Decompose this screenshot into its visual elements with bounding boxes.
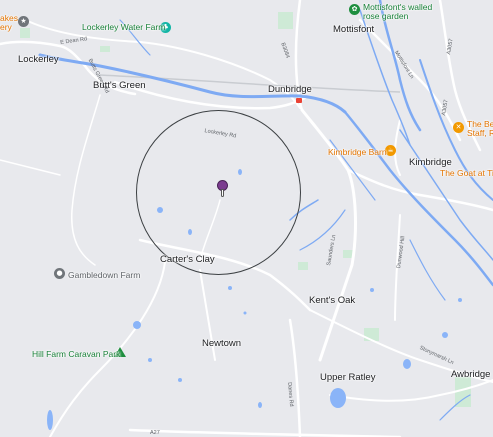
place-label-awbridge[interactable]: Awbridge [451, 369, 490, 380]
poi-label-kimbridge-barn[interactable]: Kimbridge Barn [328, 147, 387, 157]
poi-label-gambledown-farm[interactable]: Gambledown Farm [68, 270, 140, 280]
train-icon[interactable] [296, 98, 302, 103]
garden-icon[interactable]: ✿ [349, 4, 360, 15]
poi-label-goat-at-tin[interactable]: The Goat at Tin [440, 168, 493, 178]
poi-label-mottisfont-walled-2[interactable]: rose garden [363, 11, 408, 21]
place-label-dunbridge[interactable]: Dunbridge [268, 84, 312, 95]
place-label-lockerley[interactable]: Lockerley [18, 54, 59, 65]
place-label-mottisfont[interactable]: Mottisfont [333, 24, 374, 35]
restaurant-icon[interactable]: ✕ [453, 122, 464, 133]
place-label-kimbridge[interactable]: Kimbridge [409, 157, 452, 168]
place-label-upper-ratley[interactable]: Upper Ratley [320, 372, 375, 383]
map-canvas[interactable]: Lockerley Butt's Green Dunbridge Mottisf… [0, 0, 493, 437]
place-label-carters-clay[interactable]: Carter's Clay [160, 254, 215, 265]
place-label-newtown[interactable]: Newtown [202, 338, 241, 349]
road-label-a27: A27 [150, 430, 160, 436]
place-label-kents-oak[interactable]: Kent's Oak [309, 295, 355, 306]
poi-label-the-bea-2[interactable]: Staff, R [467, 128, 493, 138]
pin-icon[interactable]: ● [54, 268, 65, 279]
poi-label-hill-farm[interactable]: Hill Farm Caravan Park [32, 349, 120, 359]
landmark-icon[interactable]: ★ [18, 16, 29, 27]
poi-label-lakes-2[interactable]: ery [0, 22, 12, 32]
location-pin-icon[interactable] [218, 181, 227, 198]
poi-label-lockerley-water-farm[interactable]: Lockerley Water Farm [82, 22, 165, 32]
